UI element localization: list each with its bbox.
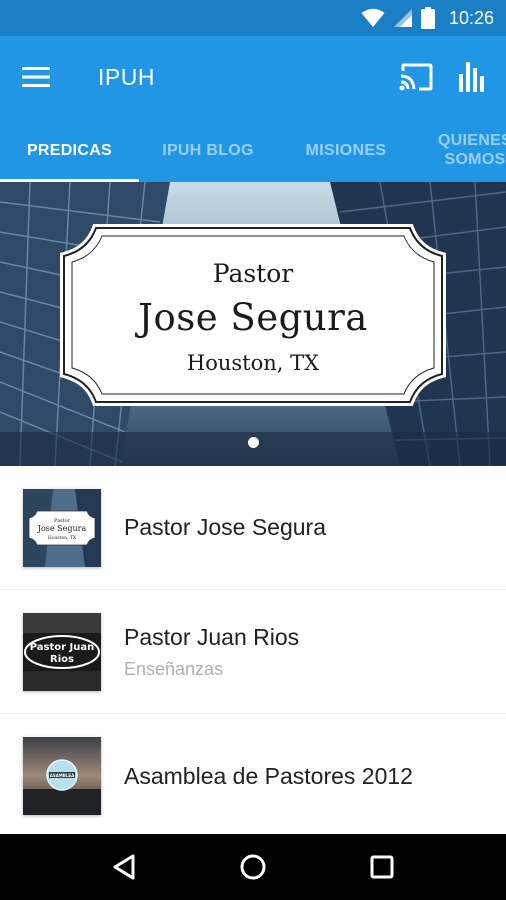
stats-icon [459,62,484,92]
tab-quienes-somos[interactable]: QUIENES SOMOS [415,118,506,182]
tab-predicas[interactable]: PREDICAS [0,118,139,182]
cast-icon [399,63,433,91]
app-bar: IPUH [0,36,506,118]
signal-icon [393,9,412,27]
list-item-title: Asamblea de Pastores 2012 [124,762,413,789]
svg-text:Houston, TX: Houston, TX [48,535,77,541]
stats-button[interactable] [444,36,500,118]
list-item[interactable]: Pastor Jose Segura Houston, TX Pastor Jo… [0,466,506,590]
hero-pager [0,437,506,448]
pager-dot[interactable] [247,437,259,448]
tab-bar: PREDICAS IPUH BLOG MISIONES QUIENES SOMO… [0,118,506,182]
list-item-title: Pastor Juan Rios [124,623,300,650]
svg-text:Rios: Rios [50,654,74,665]
system-nav-bar [0,834,506,900]
list-item-title: Pastor Jose Segura [124,514,327,540]
recents-button[interactable] [352,837,412,897]
list-item-subtitle: Enseñanzas [124,658,224,679]
back-button[interactable] [94,837,154,897]
battery-icon [420,7,435,29]
tab-ipuh-blog[interactable]: IPUH BLOG [139,118,277,182]
svg-text:Pastor Juan: Pastor Juan [30,642,95,653]
back-icon [113,854,135,880]
status-time: 10:26 [448,7,494,28]
hero-plaque-text: Pastor Jose Segura Houston, TX [56,220,450,410]
home-icon [240,854,266,880]
thumbnail-jose-segura: Pastor Jose Segura Houston, TX [23,488,101,567]
cast-button[interactable] [388,36,444,118]
tab-misiones[interactable]: MISIONES [277,118,415,182]
hero-line-name: Jose Segura [138,296,368,339]
thumbnail-asamblea: ASAMBLEA [23,737,101,815]
wifi-icon [361,8,385,27]
status-bar: 10:26 [0,0,506,36]
menu-button[interactable] [0,36,76,118]
sermon-list: Pastor Jose Segura Houston, TX Pastor Jo… [0,466,506,838]
list-item[interactable]: ASAMBLEA Asamblea de Pastores 2012 [0,714,506,838]
hero-banner[interactable]: Pastor Jose Segura Houston, TX [0,182,506,466]
hero-line-title: Pastor [212,259,294,288]
hero-line-location: Houston, TX [186,351,320,375]
home-button[interactable] [223,837,283,897]
recents-icon [370,855,394,879]
svg-text:ASAMBLEA: ASAMBLEA [50,773,75,778]
menu-icon [22,67,50,87]
svg-text:Jose Segura: Jose Segura [37,524,87,533]
list-item[interactable]: Pastor Juan Rios Pastor Juan Rios Enseña… [0,590,506,714]
thumbnail-juan-rios: Pastor Juan Rios [23,612,101,691]
app-title: IPUH [98,63,155,90]
